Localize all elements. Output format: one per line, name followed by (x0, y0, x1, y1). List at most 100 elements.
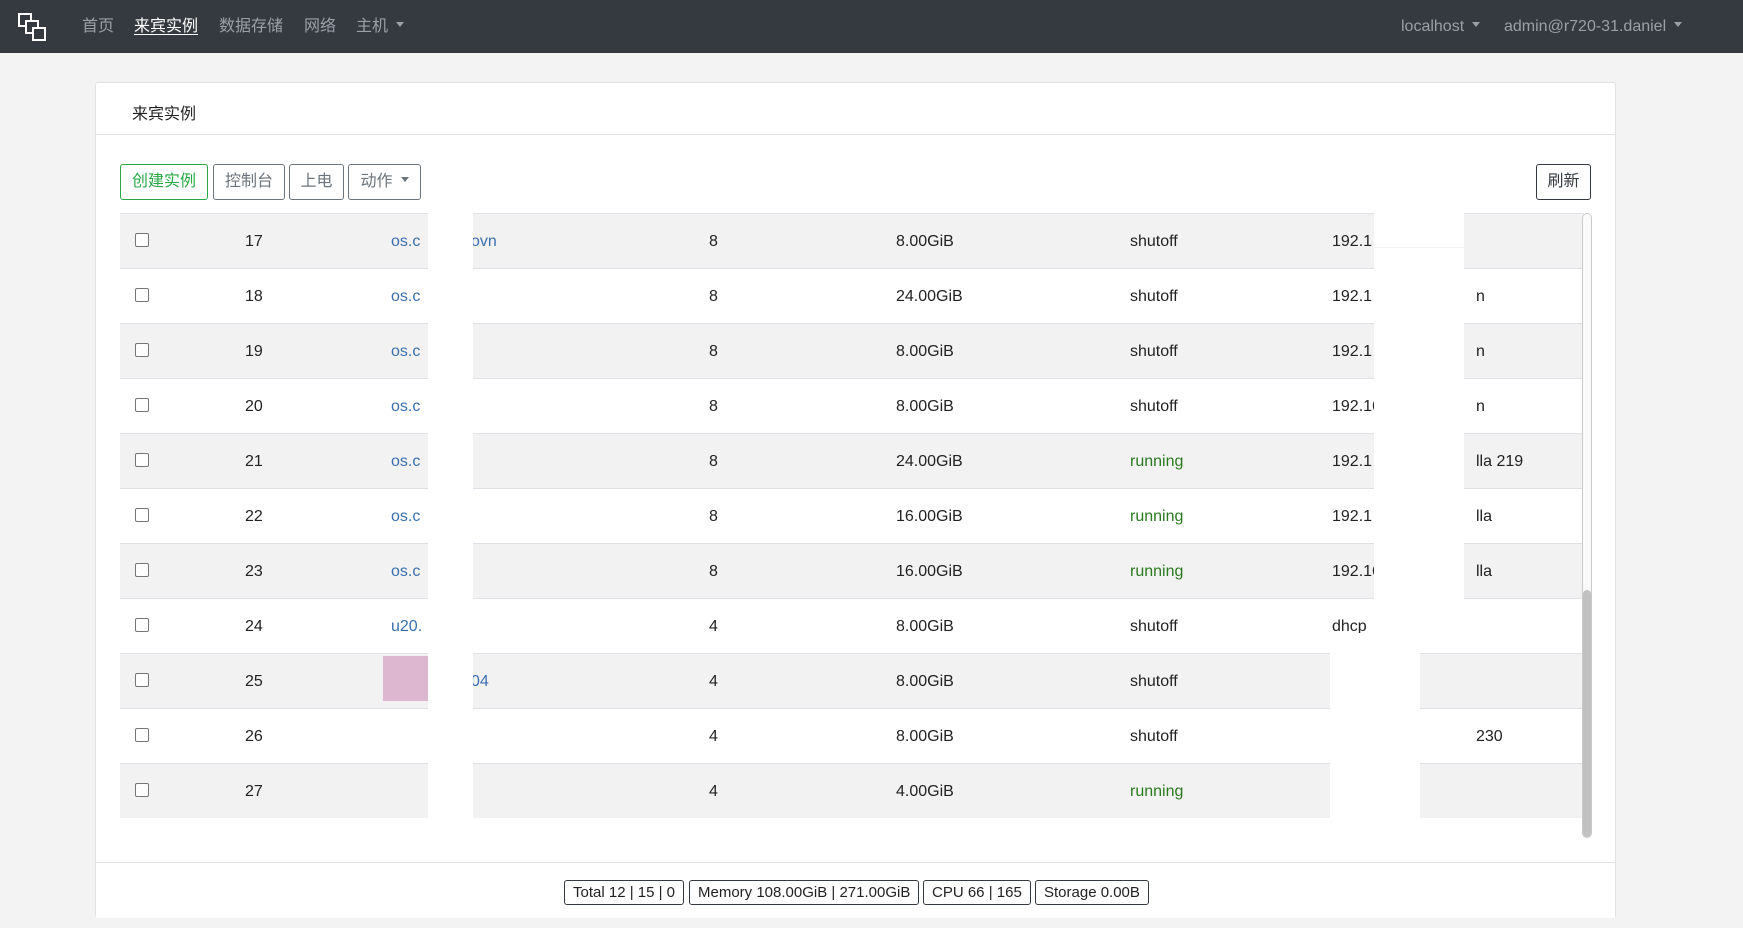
instance-cpu: 4 (709, 618, 718, 635)
instance-id: 21 (245, 453, 263, 470)
create-instance-button[interactable]: 创建实例 (120, 164, 208, 200)
nav-network[interactable]: 网络 (304, 0, 336, 53)
instance-ip-tail: n (1476, 288, 1485, 305)
instance-memory: 8.00GiB (896, 398, 954, 415)
row-select-checkbox[interactable] (135, 673, 149, 687)
table-row[interactable]: 18 os.c 8 24.00GiB shutoff 192.1 n (120, 268, 1584, 323)
instance-ip-tail: n (1476, 343, 1485, 360)
nav-guest-instances[interactable]: 来宾实例 (134, 0, 198, 53)
row-select-checkbox[interactable] (135, 508, 149, 522)
instance-name-link[interactable]: os.c (391, 379, 420, 434)
redaction-mask (1374, 213, 1464, 247)
instance-status: shutoff (1130, 398, 1178, 415)
instance-name-tail[interactable]: ovn (471, 214, 497, 269)
top-navbar: 首页 来宾实例 数据存储 网络 主机 localhost admin@r720-… (0, 0, 1743, 53)
instance-id: 25 (245, 673, 263, 690)
instance-name-link[interactable]: os.c (391, 269, 420, 324)
instance-id: 22 (245, 508, 263, 525)
console-button[interactable]: 控制台 (213, 164, 285, 200)
user-menu-dropdown[interactable]: admin@r720-31.daniel (1504, 0, 1683, 53)
redaction-mask (1374, 248, 1464, 648)
instance-cpu: 8 (709, 508, 718, 525)
instance-id: 17 (245, 233, 263, 250)
instance-memory: 16.00GiB (896, 508, 963, 525)
host-select-dropdown[interactable]: localhost (1401, 0, 1481, 53)
redaction-mask (428, 313, 473, 818)
instance-status: shutoff (1130, 233, 1178, 250)
row-select-checkbox[interactable] (135, 453, 149, 467)
nav-host-menu[interactable]: 主机 (356, 0, 405, 53)
instance-name-link[interactable]: u20. (391, 599, 422, 654)
actions-label: 动作 (360, 173, 393, 190)
instance-ip: 192.1 (1332, 233, 1373, 250)
app-logo-icon[interactable] (18, 13, 50, 43)
instance-id: 23 (245, 563, 263, 580)
instance-name-link[interactable]: os.c (391, 489, 420, 544)
table-row[interactable]: 17 os.c ovn 8 8.00GiB shutoff 192.1 (120, 213, 1584, 268)
instance-ip: 192.1 (1332, 508, 1373, 525)
instance-ip-tail: n (1476, 398, 1485, 415)
instance-id: 18 (245, 288, 263, 305)
row-select-checkbox[interactable] (135, 618, 149, 632)
row-select-checkbox[interactable] (135, 728, 149, 742)
row-select-checkbox[interactable] (135, 343, 149, 357)
actions-dropdown-button[interactable]: 动作 (348, 164, 421, 200)
instance-id: 19 (245, 343, 263, 360)
instance-memory: 8.00GiB (896, 343, 954, 360)
table-row[interactable]: 22 os.c 8 16.00GiB running 192.1 lla (120, 488, 1584, 543)
row-select-checkbox[interactable] (135, 783, 149, 797)
instance-cpu: 4 (709, 673, 718, 690)
instance-memory: 24.00GiB (896, 453, 963, 470)
instance-ip: 192.1 (1332, 288, 1373, 305)
instance-ip-tail: lla 219 (1476, 453, 1524, 470)
chevron-down-icon (396, 22, 405, 28)
instance-ip-tail: lla (1476, 563, 1493, 580)
row-select-checkbox[interactable] (135, 288, 149, 302)
table-scrollbar[interactable] (1582, 213, 1592, 838)
instance-cpu: 8 (709, 343, 718, 360)
instance-id: 26 (245, 728, 263, 745)
power-on-button[interactable]: 上电 (289, 164, 344, 200)
refresh-button[interactable]: 刷新 (1536, 164, 1591, 200)
table-row[interactable]: 23os.c816.00GiBrunning192.168.7.2lla (120, 543, 1584, 598)
cpu-badge: CPU 66 | 165 (923, 880, 1031, 905)
row-select-checkbox[interactable] (135, 563, 149, 577)
instance-cpu: 8 (709, 398, 718, 415)
instance-memory: 8.00GiB (896, 673, 954, 690)
instance-status: shutoff (1130, 673, 1178, 690)
instance-name-link[interactable]: os.c (391, 324, 420, 379)
page-title: 来宾实例 (132, 106, 197, 123)
instance-cpu: 4 (709, 728, 718, 745)
nav-host-label: 主机 (356, 18, 389, 35)
instance-status: shutoff (1130, 618, 1178, 635)
instance-name-link[interactable]: os.c (391, 434, 420, 489)
chevron-down-icon (400, 177, 409, 183)
table-row[interactable]: 21 os.c 8 24.00GiB running 192.1 lla 219 (120, 433, 1584, 488)
table-row[interactable]: 19 os.c 8 8.00GiB shutoff 192.1 n (120, 323, 1584, 378)
instance-ip: 192.1 (1332, 343, 1373, 360)
chevron-down-icon (1472, 22, 1481, 28)
chevron-down-icon (1674, 22, 1683, 28)
instance-name-link[interactable]: os.c (391, 544, 420, 599)
instance-ip-tail: lla (1476, 508, 1493, 525)
instance-name-link[interactable]: os.c (391, 214, 420, 269)
instance-ip: 192.1 (1332, 453, 1373, 470)
instance-name-tail[interactable]: 04 (471, 654, 489, 709)
instance-memory: 24.00GiB (896, 288, 963, 305)
scrollbar-thumb[interactable] (1583, 590, 1591, 837)
instance-status: shutoff (1130, 288, 1178, 305)
instance-status: running (1130, 783, 1184, 800)
table-row[interactable]: 20os.c88.00GiBshutoff192.168.7.2n (120, 378, 1584, 433)
row-select-checkbox[interactable] (135, 233, 149, 247)
instance-cpu: 8 (709, 563, 718, 580)
instance-memory: 4.00GiB (896, 783, 954, 800)
instance-id: 27 (245, 783, 263, 800)
row-select-checkbox[interactable] (135, 398, 149, 412)
total-badge: Total 12 | 15 | 0 (564, 880, 685, 905)
instance-status: running (1130, 563, 1184, 580)
instance-cpu: 8 (709, 233, 718, 250)
nav-storage[interactable]: 数据存储 (219, 0, 283, 53)
instance-memory: 8.00GiB (896, 233, 954, 250)
nav-home[interactable]: 首页 (82, 0, 114, 53)
host-select-label: localhost (1401, 18, 1465, 35)
